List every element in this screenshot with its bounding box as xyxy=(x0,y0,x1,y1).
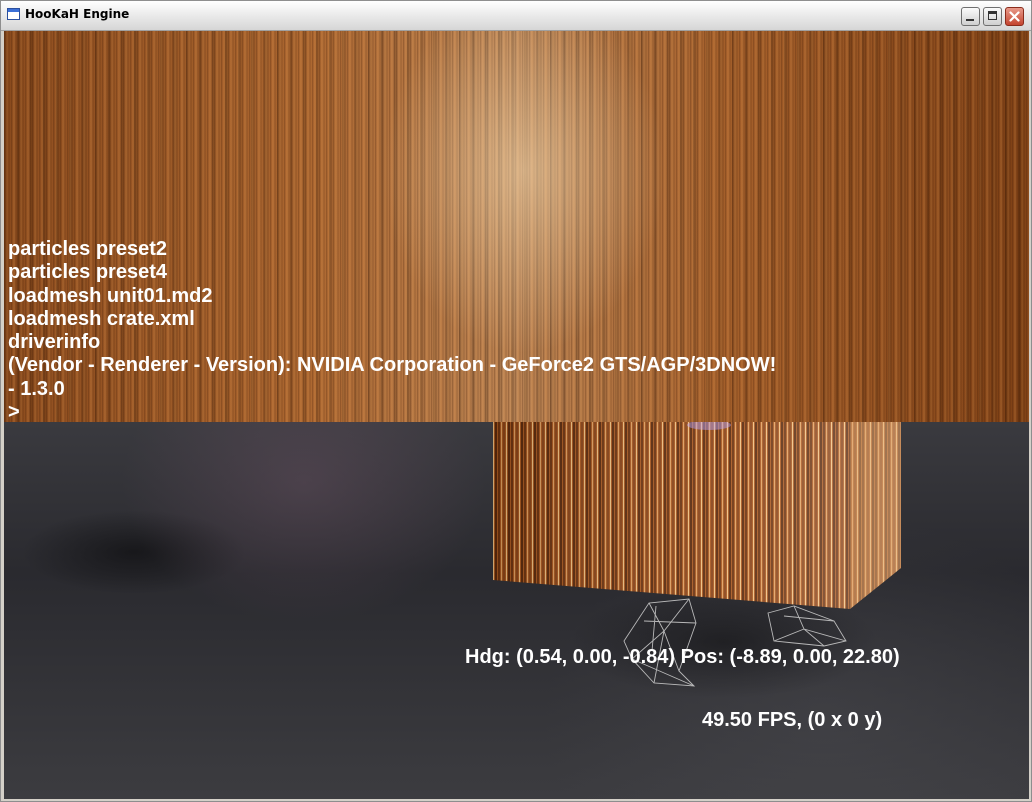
console-line: particles preset4 xyxy=(8,261,167,284)
console-output: particles preset2 particles preset4 load… xyxy=(8,238,776,424)
crate-model xyxy=(493,420,901,609)
maximize-icon xyxy=(988,11,997,20)
render-viewport[interactable]: particles preset2 particles preset4 load… xyxy=(4,31,1029,799)
minimize-icon xyxy=(966,19,974,21)
unit-wireframe-model xyxy=(623,598,847,687)
close-icon xyxy=(1009,11,1020,22)
console-line: loadmesh unit01.md2 xyxy=(8,284,213,307)
console-line: - 1.3.0 xyxy=(8,377,65,400)
minimize-button[interactable] xyxy=(961,7,980,26)
window-title: HooKaH Engine xyxy=(25,7,130,21)
window-app-icon[interactable] xyxy=(7,8,20,20)
console-line: (Vendor - Renderer - Version): NVIDIA Co… xyxy=(8,354,777,377)
fps-readout: 49.50 FPS, (0 x 0 y) xyxy=(702,709,883,731)
heading-position-readout: Hdg: (0.54, 0.00, -0.84) Pos: (-8.89, 0.… xyxy=(465,646,900,668)
console-line: driverinfo xyxy=(8,331,101,354)
crate-side-face xyxy=(850,422,901,609)
console-prompt[interactable]: > xyxy=(8,401,776,424)
console-panel[interactable]: particles preset2 particles preset4 load… xyxy=(4,31,1029,424)
close-button[interactable] xyxy=(1005,7,1024,26)
app-window: HooKaH Engine particles preset2 particle… xyxy=(0,0,1032,802)
console-line: loadmesh crate.xml xyxy=(8,307,195,330)
console-line: particles preset2 xyxy=(8,238,167,260)
maximize-button[interactable] xyxy=(983,7,1002,26)
title-bar[interactable]: HooKaH Engine xyxy=(1,1,1031,31)
